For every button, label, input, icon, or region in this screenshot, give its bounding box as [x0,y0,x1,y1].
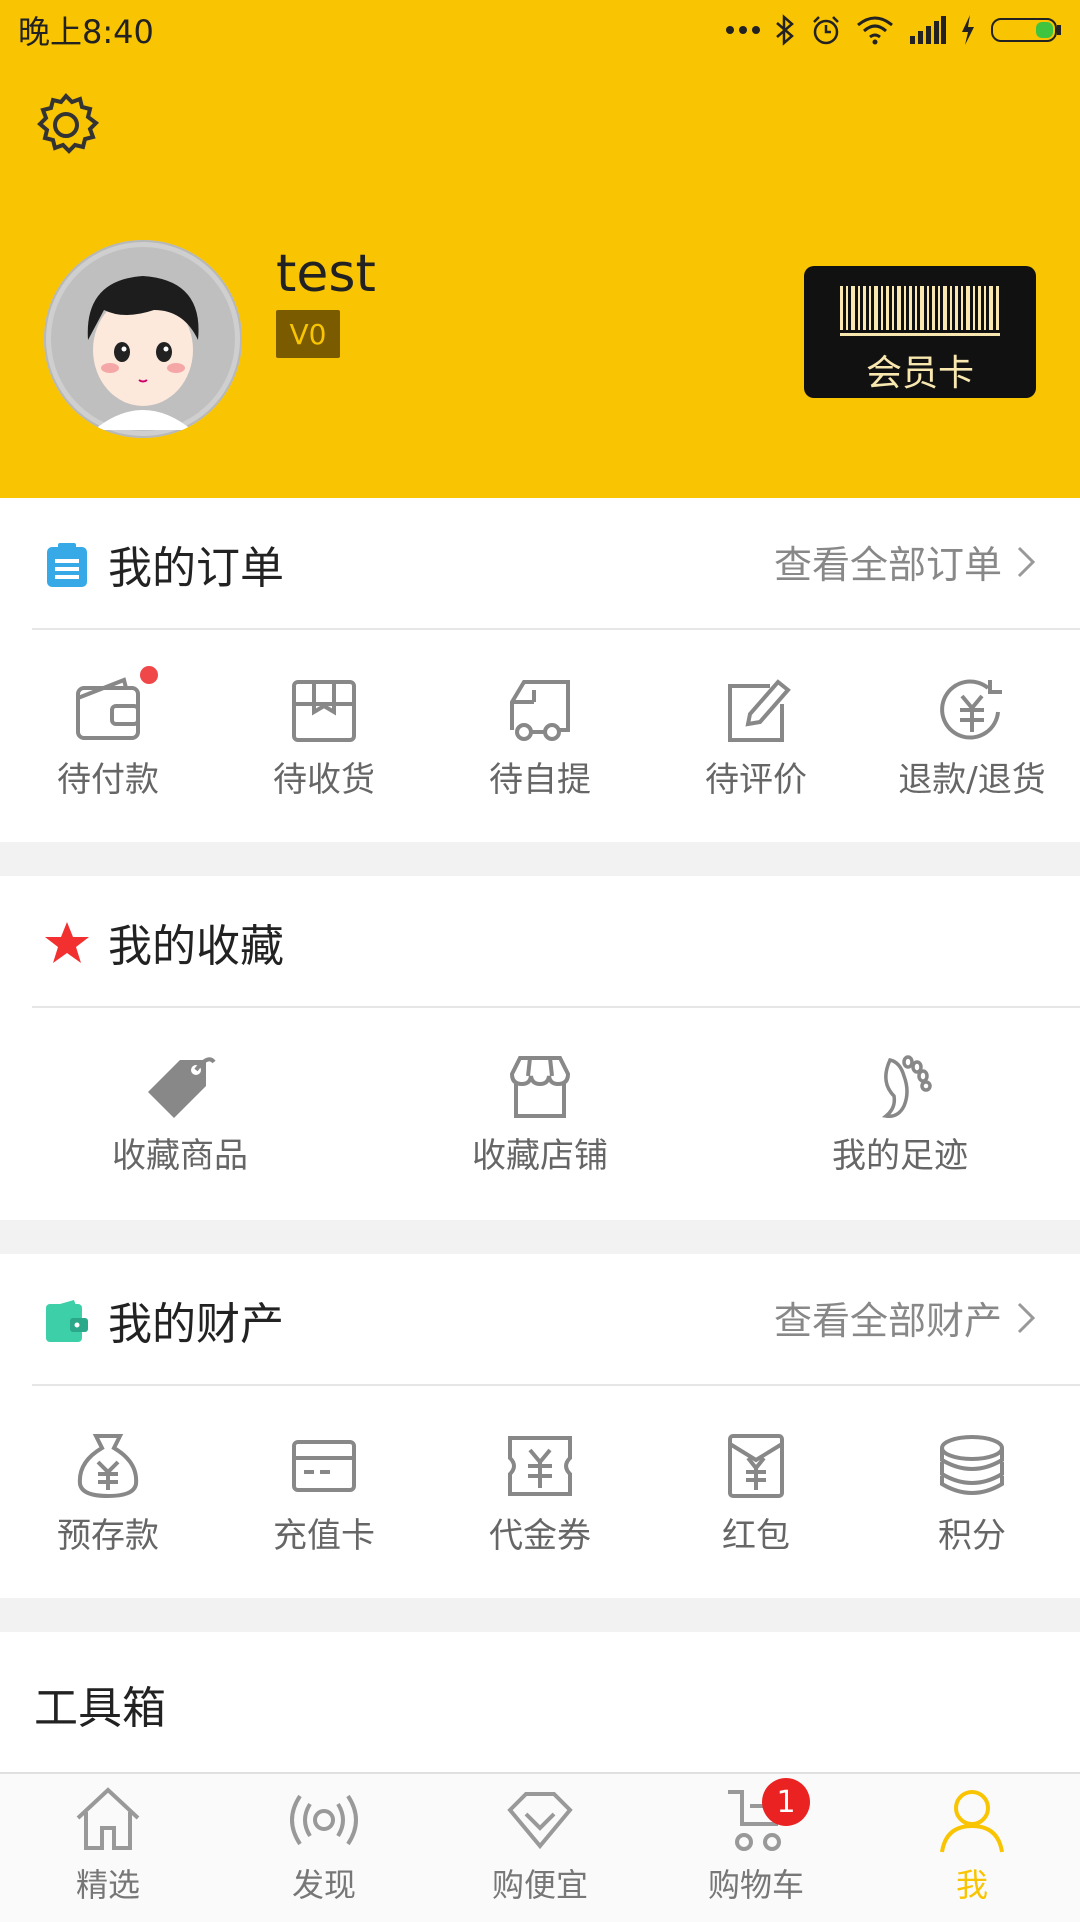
view-all-assets-label: 查看全部财产 [773,1299,1002,1343]
tab-cart[interactable]: 购物车 [648,1774,864,1922]
asset-item-points[interactable]: 积分 [864,1386,1080,1557]
wallet-icon [76,677,140,740]
money-bag-icon [77,1434,139,1499]
favorites-grid: 收藏商品 收藏店铺 我的足迹 [0,1008,1080,1177]
tab-label: 精选 [75,1866,140,1904]
asset-item-red-packet[interactable]: 红包 [648,1386,864,1557]
avatar-face-icon [51,247,235,431]
status-bar: 晚上8:40 [0,0,1080,60]
bottom-tab-bar: 精选 发现 购便宜 购物车 我 [0,1772,1080,1922]
profile-header: 晚上8:40 test V0 会员卡 [0,0,1080,498]
barcode-icon [840,286,1000,336]
favorite-item-label: 我的足迹 [832,1136,968,1176]
favorite-item-footprints[interactable]: 我的足迹 [720,1008,1080,1177]
favorite-item-shops[interactable]: 收藏店铺 [360,1008,720,1177]
view-all-orders-link[interactable]: 查看全部订单 [774,534,1036,589]
diamond-icon [507,1792,573,1850]
asset-item-label: 代金券 [489,1516,591,1556]
discover-icon [290,1794,358,1846]
assets-section: 我的财产 查看全部财产 预存款 充值卡 代金券 红包 积分 [0,1254,1080,1598]
tab-deals[interactable]: 购便宜 [432,1774,648,1922]
order-item-label: 待评价 [705,760,807,800]
view-all-assets-link[interactable]: 查看全部财产 [774,1290,1036,1345]
order-item-label: 待收货 [273,760,375,800]
assets-title: 我的财产 [108,1299,284,1350]
cart-count-badge: 1 [762,1778,810,1826]
asset-item-recharge-card[interactable]: 充值卡 [216,1386,432,1557]
avatar[interactable] [44,240,242,438]
orders-title: 我的订单 [108,543,284,594]
asset-item-label: 红包 [722,1516,790,1556]
tab-label: 发现 [291,1866,356,1904]
order-item-label: 待自提 [489,760,591,800]
signal-icon [910,16,946,44]
tab-featured[interactable]: 精选 [0,1774,216,1922]
asset-item-label: 积分 [938,1516,1006,1556]
toolbox-title: 工具箱 [34,1683,166,1734]
clipboard-icon [47,543,87,587]
chevron-right-icon [1017,1302,1036,1333]
tab-label: 购物车 [707,1866,804,1904]
alarm-icon [813,16,839,45]
tag-icon [148,1057,216,1118]
voucher-icon [508,1436,572,1496]
tab-label: 我 [955,1866,988,1904]
red-envelope-icon [728,1434,784,1498]
assets-grid: 预存款 充值卡 代金券 红包 积分 [0,1386,1080,1557]
order-item-label: 退款/退货 [898,760,1046,800]
favorite-item-label: 收藏商品 [112,1136,248,1176]
bluetooth-icon [776,14,794,46]
asset-item-voucher[interactable]: 代金券 [432,1386,648,1557]
orders-header[interactable]: 我的订单 查看全部订单 [0,498,1080,628]
order-item-label: 待付款 [57,760,159,800]
tab-label: 购便宜 [491,1866,588,1904]
more-dots-icon [726,26,760,34]
order-item-to-review[interactable]: 待评价 [648,630,864,801]
battery-icon [991,18,1061,42]
tab-me[interactable]: 我 [864,1774,1080,1922]
username: test [276,244,376,304]
card-icon [292,1440,356,1492]
home-icon [76,1787,140,1850]
toolbox-section: 工具箱 [0,1632,1080,1772]
chevron-right-icon [1017,546,1036,577]
order-item-pending-payment[interactable]: 待付款 [0,630,216,801]
package-icon [292,680,356,742]
star-icon [45,922,89,963]
notification-dot [140,666,158,684]
favorites-header: 我的收藏 [0,876,1080,1006]
asset-item-deposit[interactable]: 预存款 [0,1386,216,1557]
asset-item-label: 预存款 [57,1516,159,1556]
favorite-item-products[interactable]: 收藏商品 [0,1008,360,1177]
favorite-item-label: 收藏店铺 [472,1136,608,1176]
order-item-to-receive[interactable]: 待收货 [216,630,432,801]
asset-item-label: 充值卡 [273,1516,375,1556]
status-icons [726,14,1062,46]
footprint-icon [881,1055,932,1119]
coins-icon [940,1435,1004,1495]
settings-gear-icon[interactable] [30,90,102,162]
charging-icon [962,15,974,45]
favorites-section: 我的收藏 收藏商品 收藏店铺 我的足迹 [0,876,1080,1220]
wifi-icon [857,16,893,45]
edit-review-icon [728,679,791,742]
member-card-label: 会员卡 [865,353,974,394]
member-card-button[interactable]: 会员卡 [804,266,1036,398]
favorites-title: 我的收藏 [108,921,284,972]
orders-section: 我的订单 查看全部订单 待付款 待收货 待自提 待评价 退款/退货 [0,498,1080,842]
order-item-refund[interactable]: 退款/退货 [864,630,1080,801]
shop-icon [509,1056,571,1118]
level-badge: V0 [276,310,340,358]
assets-header[interactable]: 我的财产 查看全部财产 [0,1254,1080,1384]
order-item-self-pickup[interactable]: 待自提 [432,630,648,801]
orders-grid: 待付款 待收货 待自提 待评价 退款/退货 [0,630,1080,801]
wallet-green-icon [46,1300,88,1342]
user-icon [940,1790,1004,1853]
status-time: 晚上8:40 [18,13,154,51]
delivery-truck-icon [510,680,570,741]
view-all-orders-label: 查看全部订单 [773,543,1002,587]
refund-icon [940,679,1002,740]
tab-discover[interactable]: 发现 [216,1774,432,1922]
